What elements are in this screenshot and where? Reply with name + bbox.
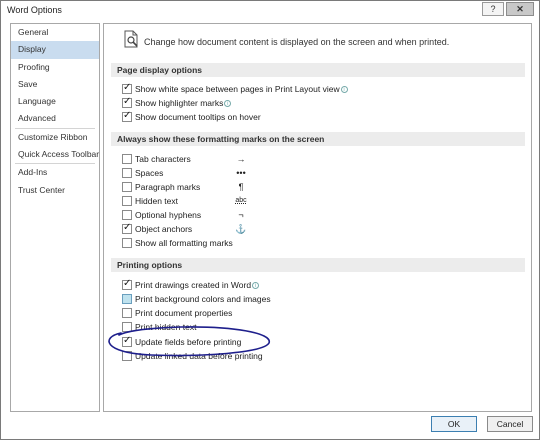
checkbox[interactable]: [122, 308, 132, 318]
checkbox[interactable]: [122, 238, 132, 248]
document-magnifier-icon: [124, 30, 138, 48]
checkbox-checked[interactable]: [122, 110, 132, 122]
display-options-panel: Change how document content is displayed…: [103, 23, 532, 412]
info-icon: i: [252, 282, 260, 289]
option-label: Object anchors: [135, 224, 193, 234]
window-title: Word Options: [7, 5, 62, 15]
sidebar-item-add-ins[interactable]: Add-Ins: [11, 164, 99, 181]
sidebar-item-proofing[interactable]: Proofing: [11, 59, 99, 76]
sidebar-item-customize-ribbon[interactable]: Customize Ribbon: [11, 129, 99, 146]
option-label: Show highlighter marks: [135, 98, 224, 108]
option-label: Spaces: [135, 168, 164, 178]
word-options-dialog: Word Options ? ✕ General Display Proofin…: [0, 0, 540, 440]
option-label: Print background colors and images: [135, 294, 271, 304]
option-label: Show document tooltips on hover: [135, 112, 261, 122]
option-label: Paragraph marks: [135, 182, 201, 192]
cancel-button[interactable]: Cancel: [487, 416, 533, 432]
checkbox[interactable]: [122, 168, 132, 178]
info-icon: i: [340, 86, 348, 93]
option-label: Print document properties: [135, 308, 233, 318]
section-header-printing: Printing options: [111, 258, 525, 272]
checkbox-checked[interactable]: [122, 335, 132, 347]
checkbox[interactable]: [122, 182, 132, 192]
checkbox[interactable]: [122, 196, 132, 206]
info-icon: i: [224, 100, 232, 107]
ok-button[interactable]: OK: [431, 416, 477, 432]
sidebar-item-trust-center[interactable]: Trust Center: [11, 182, 99, 199]
checkbox-checked[interactable]: [122, 222, 132, 234]
hidden-text-icon: abc: [235, 197, 247, 204]
anchor-icon: ⚓: [235, 224, 247, 234]
option-label: Show all formatting marks: [135, 238, 233, 248]
panel-description: Change how document content is displayed…: [144, 37, 450, 47]
close-button[interactable]: ✕: [506, 2, 534, 16]
section-header-formatting-marks: Always show these formatting marks on th…: [111, 132, 525, 146]
checkbox[interactable]: [122, 322, 132, 332]
checkbox-hover[interactable]: [122, 294, 132, 304]
sidebar-item-general[interactable]: General: [11, 24, 99, 41]
option-label: Hidden text: [135, 196, 178, 206]
sidebar-item-save[interactable]: Save: [11, 76, 99, 93]
option-label: Update fields before printing: [135, 337, 242, 347]
option-label: Tab characters: [135, 154, 191, 164]
title-bar[interactable]: Word Options ? ✕: [1, 1, 539, 19]
section-header-page-display: Page display options: [111, 63, 525, 77]
sidebar-item-advanced[interactable]: Advanced: [11, 110, 99, 127]
optional-hyphen-icon: ¬: [238, 210, 244, 220]
checkbox[interactable]: [122, 210, 132, 220]
option-label: Show white space between pages in Print …: [135, 84, 340, 94]
space-dots-icon: •••: [236, 168, 246, 178]
option-label: Print hidden text: [135, 322, 197, 332]
checkbox[interactable]: [122, 351, 132, 361]
checkbox-checked[interactable]: [122, 278, 132, 290]
checkbox-checked[interactable]: [122, 96, 132, 108]
tab-arrow-icon: →: [236, 154, 246, 164]
sidebar-item-language[interactable]: Language: [11, 93, 99, 110]
options-sidebar: General Display Proofing Save Language A…: [10, 23, 100, 412]
help-button[interactable]: ?: [482, 2, 504, 16]
checkbox[interactable]: [122, 154, 132, 164]
checkbox-checked[interactable]: [122, 82, 132, 94]
sidebar-item-quick-access-toolbar[interactable]: Quick Access Toolbar: [11, 146, 99, 163]
pilcrow-icon: ¶: [238, 182, 244, 192]
option-label: Print drawings created in Word: [135, 280, 252, 290]
sidebar-item-display[interactable]: Display: [11, 41, 99, 59]
option-label: Optional hyphens: [135, 210, 202, 220]
option-label: Update linked data before printing: [135, 351, 263, 361]
